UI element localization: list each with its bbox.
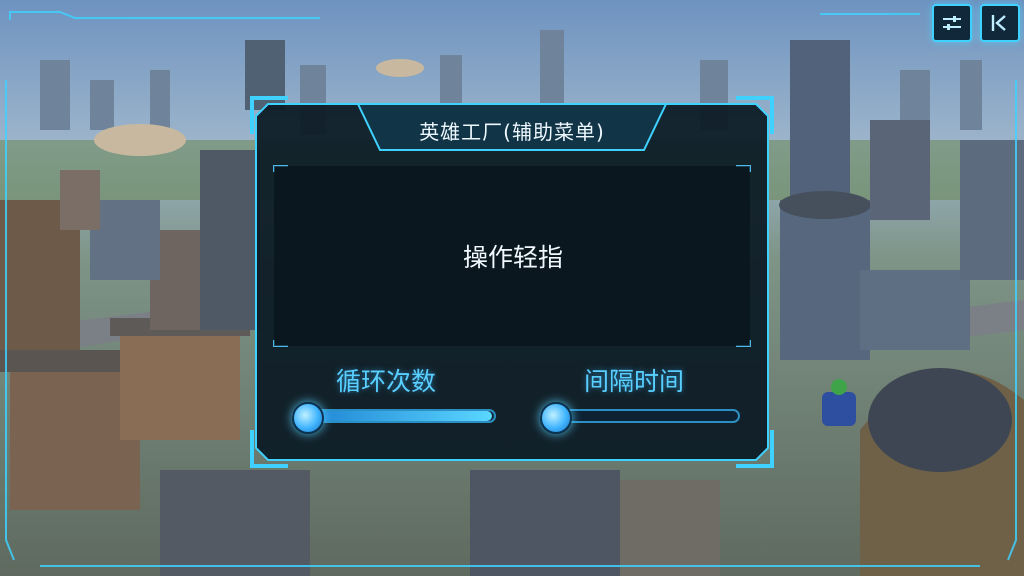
sliders-icon (943, 16, 961, 30)
assist-menu-panel: 英雄工厂(辅助菜单) 操作轻指 循环次数 间隔时间 (248, 94, 776, 470)
collapse-icon (991, 15, 1006, 31)
info-text: 操作轻指 (462, 243, 563, 272)
loop-count-label: 循环次数 (336, 367, 437, 396)
collapse-button[interactable] (980, 4, 1020, 42)
interval-time-label: 间隔时间 (584, 367, 685, 396)
interval-time-slider[interactable] (540, 402, 740, 434)
interval-time-thumb[interactable] (540, 402, 572, 434)
loop-count-thumb[interactable] (292, 402, 324, 434)
settings-sliders-button[interactable] (932, 4, 972, 42)
loop-count-slider[interactable] (292, 402, 496, 434)
info-box: 操作轻指 (274, 166, 752, 346)
panel-title: 英雄工厂(辅助菜单) (419, 120, 605, 144)
